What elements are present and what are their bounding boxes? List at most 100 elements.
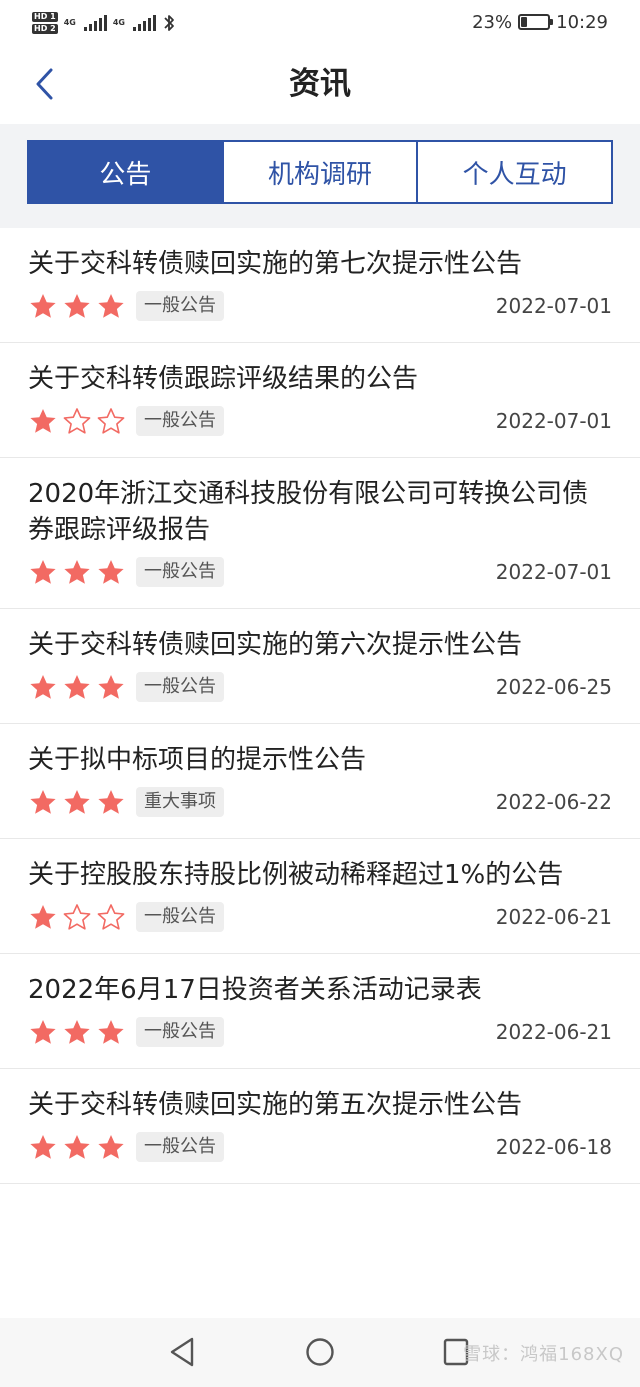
importance-rating [28,557,126,587]
item-meta: 一般公告 2022-06-21 [28,1014,612,1050]
item-date: 2022-07-01 [495,560,612,584]
page-title: 资讯 [289,66,351,102]
star-filled-icon [64,294,90,318]
star-filled-icon [64,1020,90,1044]
item-meta: 一般公告 2022-06-25 [28,669,612,705]
triangle-back-icon [170,1337,194,1367]
star-filled-icon [98,560,124,584]
category-badge: 一般公告 [136,1017,224,1047]
star-filled-icon [30,409,56,433]
item-title: 关于交科转债赎回实施的第六次提示性公告 [28,630,523,660]
signal-icon [83,15,107,31]
star-empty-icon [97,904,125,930]
category-badge: 一般公告 [136,557,224,587]
star-filled-icon [98,1135,124,1159]
item-meta: 一般公告 2022-06-21 [28,899,612,935]
hd2-badge: HD 2 [32,24,58,34]
circle-home-icon [306,1338,334,1366]
status-bar: HD 1 HD 2 4G 4G 23% 10:29 [0,0,640,44]
list-item[interactable]: 关于交科转债赎回实施的第七次提示性公告一般公告 2022-07-01 [0,228,640,343]
tabs-area: 公告 机构调研 个人互动 [0,124,640,228]
star-filled-icon [30,790,56,814]
category-badge: 一般公告 [136,902,224,932]
star-empty-icon [63,904,91,930]
star-filled-icon [30,905,56,929]
importance-rating [28,902,126,932]
hd-indicators: HD 1 HD 2 [32,12,58,34]
item-meta: 一般公告 2022-06-18 [28,1129,612,1165]
item-meta: 重大事项 2022-06-22 [28,784,612,820]
segmented-tabs: 公告 机构调研 个人互动 [27,140,613,204]
category-badge: 一般公告 [136,672,224,702]
item-title: 2020年浙江交通科技股份有限公司可转换公司债券跟踪评级报告 [28,479,589,545]
item-title: 关于拟中标项目的提示性公告 [28,745,367,775]
star-filled-icon [64,1135,90,1159]
item-title: 关于交科转债赎回实施的第五次提示性公告 [28,1090,523,1120]
star-empty-icon [63,408,91,434]
list-item[interactable]: 关于交科转债赎回实施的第五次提示性公告一般公告 2022-06-18 [0,1069,640,1184]
tab-announcements[interactable]: 公告 [29,142,222,202]
star-empty-icon [97,408,125,434]
tab-institution-research[interactable]: 机构调研 [221,142,417,202]
item-date: 2022-06-22 [495,790,612,814]
item-date: 2022-06-18 [495,1135,612,1159]
item-title: 关于交科转债跟踪评级结果的公告 [28,364,419,394]
status-right: 23% 10:29 [472,10,608,34]
importance-rating [28,787,126,817]
announcement-list: 关于交科转债赎回实施的第七次提示性公告 一般公告 2022-07-01 关于交科转债跟… [0,228,640,1184]
item-date: 2022-06-21 [495,905,612,929]
star-filled-icon [30,675,56,699]
importance-rating [28,1132,126,1162]
status-left: HD 1 HD 2 4G 4G [32,10,176,36]
watermark: 雪球：鸿福168XQ [463,1344,624,1365]
star-filled-icon [98,294,124,318]
importance-rating [28,672,126,702]
category-badge: 一般公告 [136,1132,224,1162]
category-badge: 一般公告 [136,406,224,436]
list-item[interactable]: 2020年浙江交通科技股份有限公司可转换公司债券跟踪评级报告一般公告 2022-0… [0,458,640,609]
star-filled-icon [98,1020,124,1044]
hd1-badge: HD 1 [32,12,58,22]
list-item[interactable]: 关于控股股东持股比例被动稀释超过1%的公告一般公告 2022-06-21 [0,839,640,954]
importance-rating [28,291,126,321]
star-filled-icon [30,1135,56,1159]
item-date: 2022-07-01 [495,409,612,433]
category-badge: 重大事项 [136,787,224,817]
star-filled-icon [98,675,124,699]
tab-personal-interaction[interactable]: 个人互动 [416,142,611,202]
importance-rating [28,1017,126,1047]
bluetooth-icon [164,15,174,31]
battery-percent: 23% [472,11,513,33]
network-type-2: 4G [112,18,125,27]
signal-icon [132,15,156,31]
item-date: 2022-07-01 [495,294,612,318]
star-filled-icon [98,790,124,814]
battery-icon [518,14,554,30]
item-date: 2022-06-25 [495,675,612,699]
item-title: 关于控股股东持股比例被动稀释超过1%的公告 [28,860,564,890]
star-filled-icon [64,790,90,814]
item-title: 关于交科转债赎回实施的第七次提示性公告 [28,249,523,279]
nav-bar: 资讯 [0,44,640,124]
star-filled-icon [30,560,56,584]
category-badge: 一般公告 [136,291,224,321]
star-filled-icon [64,560,90,584]
system-nav-bar: 雪球：鸿福168XQ [0,1318,640,1387]
star-filled-icon [64,675,90,699]
item-title: 2022年6月17日投资者关系活动记录表 [28,975,482,1005]
list-item[interactable]: 关于交科转债赎回实施的第六次提示性公告一般公告 2022-06-25 [0,609,640,724]
importance-rating [28,406,126,436]
item-meta: 一般公告 2022-07-01 [28,288,612,324]
list-item[interactable]: 关于交科转债跟踪评级结果的公告一般公告 2022-07-01 [0,343,640,458]
list-item[interactable]: 2022年6月17日投资者关系活动记录表一般公告 2022-06-21 [0,954,640,1069]
item-date: 2022-06-21 [495,1020,612,1044]
nav-back-button[interactable] [162,1332,202,1372]
list-item[interactable]: 关于拟中标项目的提示性公告重大事项 2022-06-22 [0,724,640,839]
clock: 10:29 [556,11,608,33]
star-filled-icon [30,294,56,318]
nav-home-button[interactable] [300,1332,340,1372]
network-type-1: 4G [63,18,76,27]
item-meta: 一般公告 2022-07-01 [28,554,612,590]
star-filled-icon [30,1020,56,1044]
battery-fill [521,17,528,27]
